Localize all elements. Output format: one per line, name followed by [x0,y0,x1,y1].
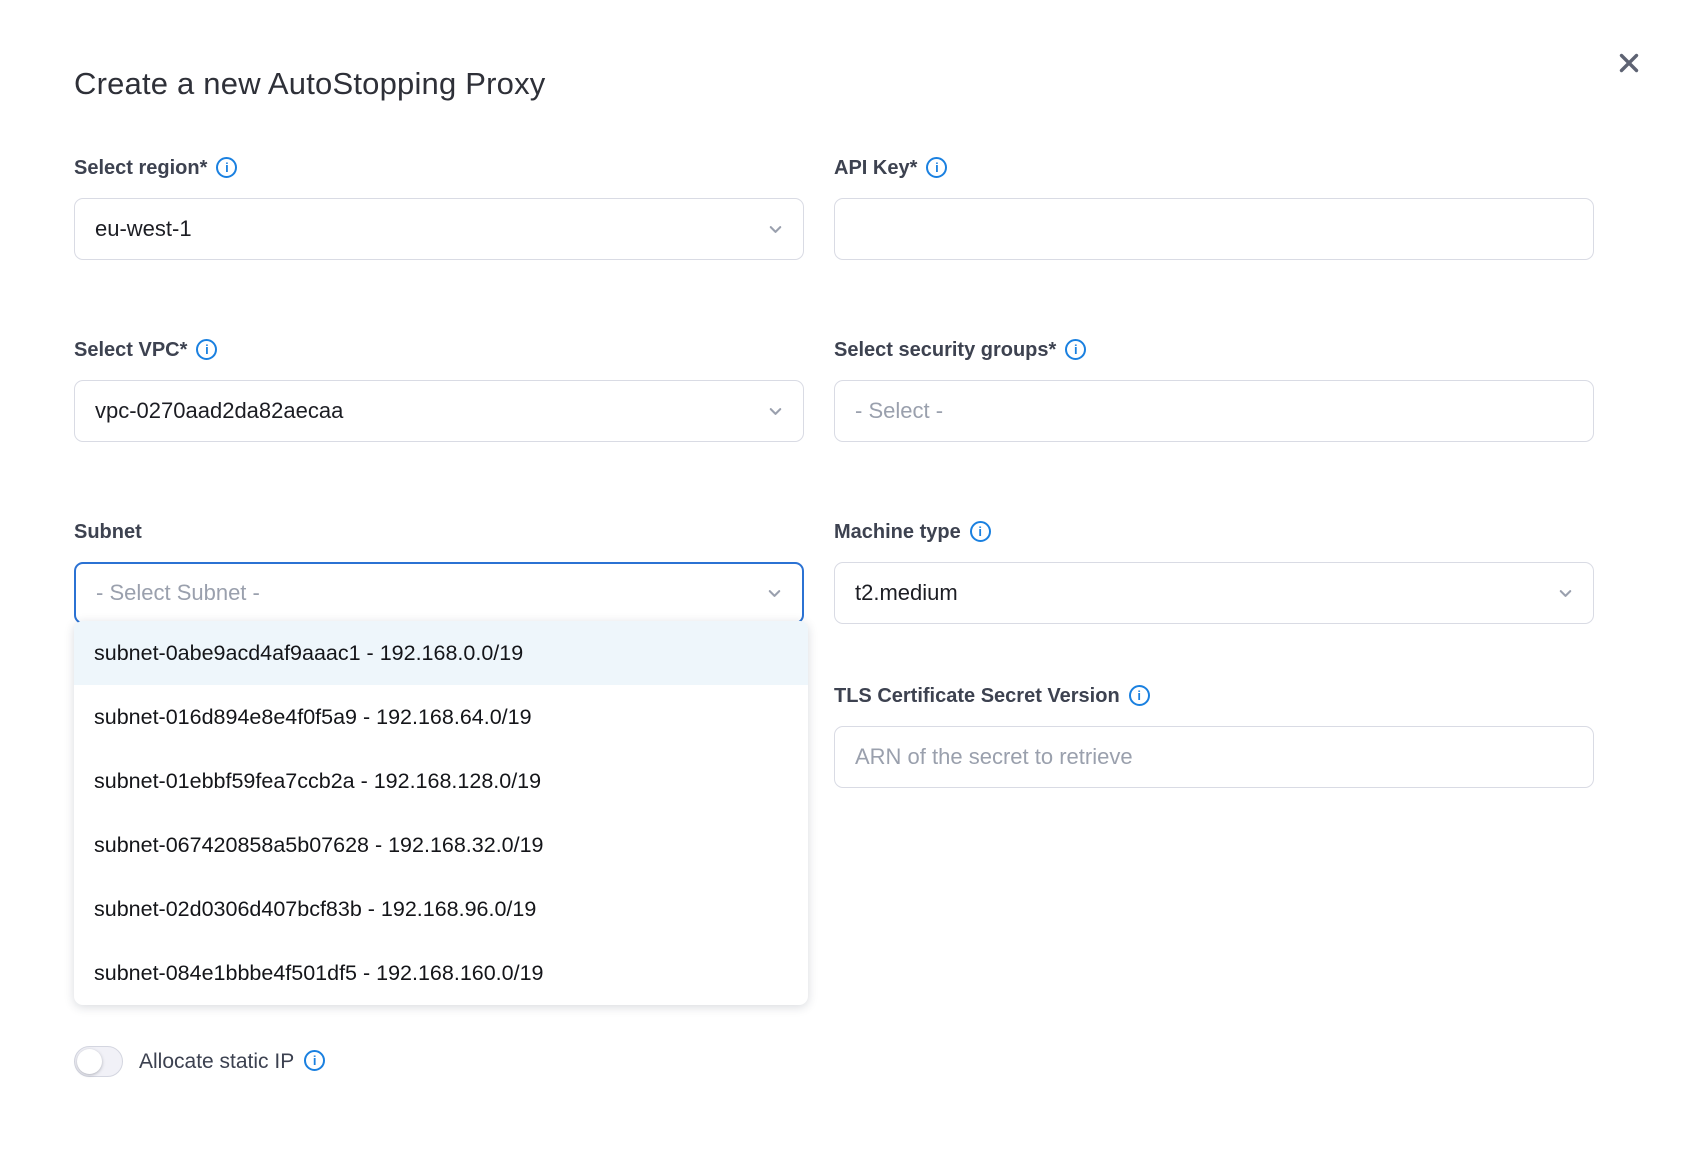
info-icon[interactable]: i [304,1050,325,1071]
field-security-groups: Select security groups* i - Select - [834,338,1594,442]
field-region: Select region* i eu-west-1 [74,156,804,260]
subnet-select[interactable]: - Select Subnet - [74,562,804,624]
subnet-option[interactable]: subnet-016d894e8e4f0f5a9 - 192.168.64.0/… [74,685,808,749]
allocate-static-ip-label: Allocate static IP [139,1050,294,1074]
subnet-label: Subnet [74,520,142,544]
info-icon[interactable]: i [926,157,947,178]
api-key-label: API Key* [834,156,917,180]
security-groups-label-row: Select security groups* i [834,338,1594,362]
info-icon[interactable]: i [1129,685,1150,706]
chevron-down-icon [766,402,785,421]
subnet-placeholder: - Select Subnet - [96,580,753,606]
close-button[interactable] [1608,42,1650,84]
subnet-dropdown-panel: subnet-0abe9acd4af9aaac1 - 192.168.0.0/1… [74,621,808,1005]
security-groups-select[interactable]: - Select - [834,380,1594,442]
security-groups-label: Select security groups* [834,338,1056,362]
subnet-label-row: Subnet [74,520,804,544]
subnet-option[interactable]: subnet-0abe9acd4af9aaac1 - 192.168.0.0/1… [74,621,808,685]
api-key-label-row: API Key* i [834,156,1594,180]
close-icon [1614,48,1644,78]
region-select[interactable]: eu-west-1 [74,198,804,260]
form-column-right: API Key* i Select security groups* i - S… [834,156,1594,866]
chevron-down-icon [1556,584,1575,603]
allocate-static-ip-label-row: Allocate static IP i [139,1050,325,1074]
api-key-input[interactable] [834,198,1594,260]
field-subnet: Subnet - Select Subnet - [74,520,804,624]
chevron-down-icon [766,220,785,239]
vpc-select[interactable]: vpc-0270aad2da82aecaa [74,380,804,442]
field-machine-type: Machine type i t2.medium [834,520,1594,624]
info-icon[interactable]: i [1065,339,1086,360]
tls-secret-label: TLS Certificate Secret Version [834,684,1120,708]
vpc-label: Select VPC* [74,338,187,362]
subnet-option[interactable]: subnet-067420858a5b07628 - 192.168.32.0/… [74,813,808,877]
machine-type-select[interactable]: t2.medium [834,562,1594,624]
region-value: eu-west-1 [95,216,754,242]
vpc-label-row: Select VPC* i [74,338,804,362]
region-label-row: Select region* i [74,156,804,180]
subnet-option[interactable]: subnet-01ebbf59fea7ccb2a - 192.168.128.0… [74,749,808,813]
allocate-static-ip-toggle[interactable] [74,1046,123,1077]
machine-type-label: Machine type [834,520,961,544]
allocate-static-ip-row: Allocate static IP i [74,1046,325,1077]
tls-secret-input[interactable] [834,726,1594,788]
toggle-knob [77,1049,102,1074]
machine-type-label-row: Machine type i [834,520,1594,544]
page-title: Create a new AutoStopping Proxy [74,66,546,102]
region-label: Select region* [74,156,207,180]
field-tls-secret: TLS Certificate Secret Version i [834,684,1594,788]
info-icon[interactable]: i [216,157,237,178]
subnet-option[interactable]: subnet-084e1bbbe4f501df5 - 192.168.160.0… [74,941,808,1005]
info-icon[interactable]: i [196,339,217,360]
subnet-option[interactable]: subnet-02d0306d407bcf83b - 192.168.96.0/… [74,877,808,941]
vpc-value: vpc-0270aad2da82aecaa [95,398,754,424]
machine-type-value: t2.medium [855,580,1544,606]
field-vpc: Select VPC* i vpc-0270aad2da82aecaa [74,338,804,442]
field-api-key: API Key* i [834,156,1594,260]
chevron-down-icon [765,584,784,603]
info-icon[interactable]: i [970,521,991,542]
tls-secret-label-row: TLS Certificate Secret Version i [834,684,1594,708]
security-groups-placeholder: - Select - [855,398,1575,424]
